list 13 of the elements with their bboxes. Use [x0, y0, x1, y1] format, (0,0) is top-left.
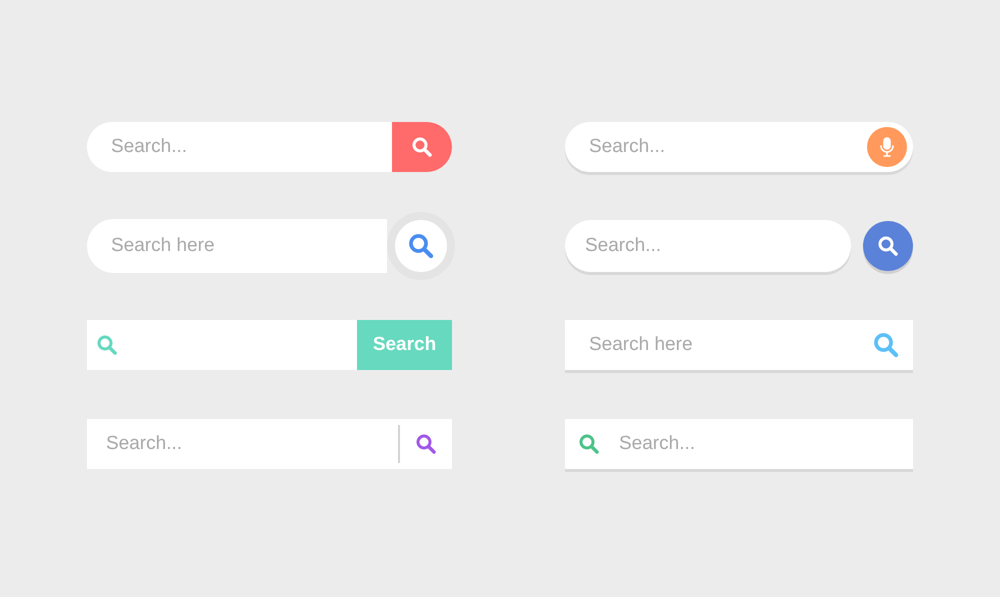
search-button[interactable] — [392, 122, 452, 172]
search-bar[interactable]: Search... — [87, 122, 452, 172]
search-input[interactable]: Search... — [87, 122, 392, 172]
search-input[interactable]: Search here — [87, 219, 387, 273]
search-icon — [876, 234, 900, 258]
search-icon[interactable] — [871, 330, 901, 360]
search-icon — [410, 135, 434, 159]
search-button[interactable]: Search — [357, 320, 452, 370]
microphone-button[interactable] — [867, 127, 907, 167]
search-input[interactable]: Search... — [565, 220, 851, 272]
search-icon[interactable] — [414, 432, 438, 456]
search-button[interactable] — [863, 221, 913, 271]
search-bar[interactable]: Search — [87, 320, 452, 370]
